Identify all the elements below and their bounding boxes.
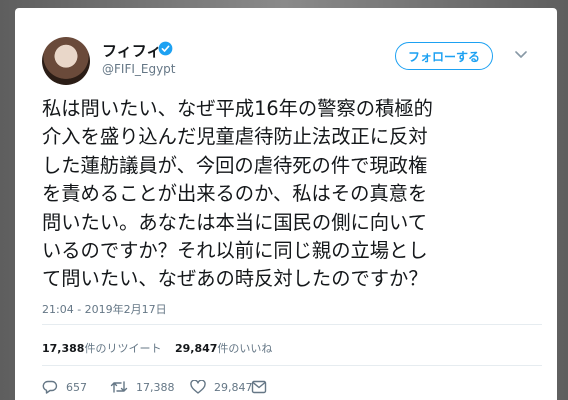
stats-row: 17,388件のリツイート 29,847件のいいね [42,340,272,356]
reply-count: 657 [66,380,87,394]
likes-count: 29,847 [174,342,218,355]
reply-icon [42,380,58,394]
divider [42,324,542,325]
avatar[interactable] [42,37,90,85]
heart-icon [190,380,206,394]
follow-button[interactable]: フォローする [395,42,493,70]
retweets-label: 件のリツイート [84,342,162,355]
dm-icon [251,380,267,394]
likes-label: 件のいいね [217,342,273,355]
divider [42,365,542,366]
retweets-stat[interactable]: 17,388件のリツイート [42,342,161,355]
verified-badge-icon [158,41,173,56]
retweet-action[interactable]: 17,388 [110,380,175,394]
likes-stat[interactable]: 29,847件のいいね [175,342,272,355]
like-action[interactable]: 29,847 [190,380,253,394]
tweet-text: 私は問いたい、なぜ平成16年の警察の積極的 介入を盛り込んだ児童虐待防止法改正に… [42,97,433,291]
chevron-down-icon[interactable] [515,50,527,60]
tweet-card: フィフィ @FIFI_Egypt フォローする 私は問いたい、なぜ平成16年の警… [15,8,557,400]
display-name[interactable]: フィフィ [102,40,161,61]
tweet-timestamp[interactable]: 21:04 - 2019年2月17日 [42,301,167,317]
user-handle[interactable]: @FIFI_Egypt [102,62,176,76]
retweets-count: 17,388 [42,342,85,355]
dm-action[interactable] [251,380,275,394]
retweet-count: 17,388 [136,380,175,394]
like-count: 29,847 [214,380,253,394]
reply-action[interactable]: 657 [42,380,87,394]
retweet-icon [110,381,128,393]
